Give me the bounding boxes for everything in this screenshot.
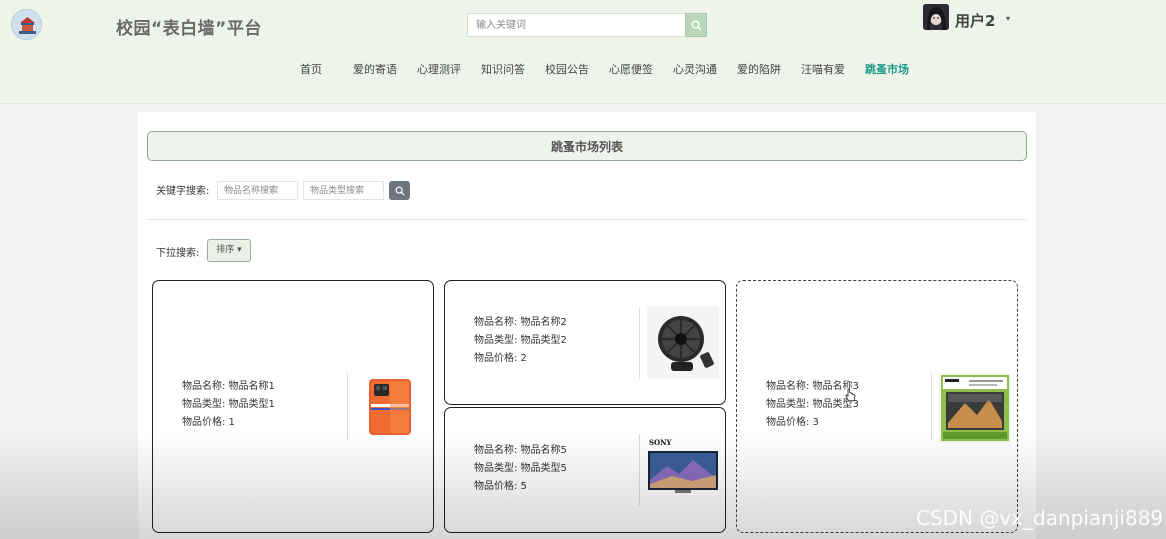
card-divider [639, 434, 640, 506]
watermark: CSDN @vx_danpianji889 [916, 506, 1164, 530]
card-divider [931, 373, 932, 441]
dropdown-search-label: 下拉搜索: [156, 248, 200, 259]
main-nav: 首页 爱的寄语 心理测评 知识问答 校园公告 心愿便签 心灵沟通 爱的陷阱 汪喵有爱 跳蚤市场 [290, 61, 919, 79]
site-search-input[interactable] [467, 13, 686, 37]
nav-item-10[interactable]: 跳蚤市场 [855, 61, 919, 79]
product-card-5[interactable]: 物品名称: 物品名称5 物品类型: 物品类型5 物品价格: 5 SONY [444, 407, 726, 533]
keyword-search-label: 关键字搜索: [156, 186, 210, 197]
nav-item-1[interactable]: 首页 [290, 61, 343, 79]
site-search-button[interactable] [685, 13, 707, 37]
product-card-3[interactable]: 物品名称: 物品名称3 物品类型: 物品类型3 物品价格: 3 [736, 280, 1018, 533]
item-price: 物品价格: 1 [182, 417, 235, 428]
product-card-2[interactable]: 物品名称: 物品名称2 物品类型: 物品类型2 物品价格: 2 [444, 280, 726, 405]
card-divider [639, 307, 640, 379]
search-icon [691, 20, 701, 30]
item-name-search-input[interactable] [217, 181, 298, 200]
page-title: 跳蚤市场列表 [147, 131, 1027, 161]
nav-item-2[interactable]: 爱的寄语 [343, 61, 407, 79]
nav-item-5[interactable]: 校园公告 [535, 61, 599, 79]
keyword-search-button[interactable] [389, 181, 410, 200]
smartphone-image[interactable] [366, 378, 414, 436]
item-price: 物品价格: 2 [474, 353, 527, 364]
sony-tv-image[interactable]: SONY [647, 436, 719, 498]
tv-box-image[interactable] [939, 373, 1011, 443]
nav-item-6[interactable]: 心愿便签 [599, 61, 663, 79]
item-price: 物品价格: 3 [766, 417, 819, 428]
item-name: 物品名称: 物品名称1 [182, 381, 275, 392]
item-name: 物品名称: 物品名称2 [474, 317, 567, 328]
user-name[interactable]: 用户2 [955, 10, 995, 31]
item-name: 物品名称: 物品名称5 [474, 445, 567, 456]
hand-cursor-icon [845, 388, 856, 402]
campus-emblem-icon[interactable] [11, 9, 42, 40]
nav-item-7[interactable]: 心灵沟通 [663, 61, 727, 79]
site-title[interactable]: 校园“表白墙”平台 [116, 14, 262, 39]
item-price: 物品价格: 5 [474, 481, 527, 492]
item-type: 物品类型: 物品类型1 [182, 399, 275, 410]
nav-item-8[interactable]: 爱的陷阱 [727, 61, 791, 79]
header: 校园“表白墙”平台 用户2 ▾ 首页爱的寄语心理测评知识问答校园公告心愿便签心灵… [0, 0, 1166, 104]
divider [147, 219, 1027, 220]
user-avatar[interactable] [923, 4, 949, 30]
card-divider [347, 373, 348, 441]
item-type: 物品类型: 物品类型5 [474, 463, 567, 474]
item-type: 物品类型: 物品类型2 [474, 335, 567, 346]
chevron-down-icon[interactable]: ▾ [1006, 14, 1010, 23]
nav-item-3[interactable]: 心理测评 [407, 61, 471, 79]
sort-dropdown-button[interactable]: 排序 ▾ [207, 239, 251, 262]
desk-fan-image[interactable] [647, 307, 719, 379]
item-type-search-input[interactable] [303, 181, 384, 200]
search-icon [394, 185, 405, 196]
product-card-1[interactable]: 物品名称: 物品名称1 物品类型: 物品类型1 物品价格: 1 [152, 280, 434, 533]
nav-item-4[interactable]: 知识问答 [471, 61, 535, 79]
nav-item-9[interactable]: 汪喵有爱 [791, 61, 855, 79]
